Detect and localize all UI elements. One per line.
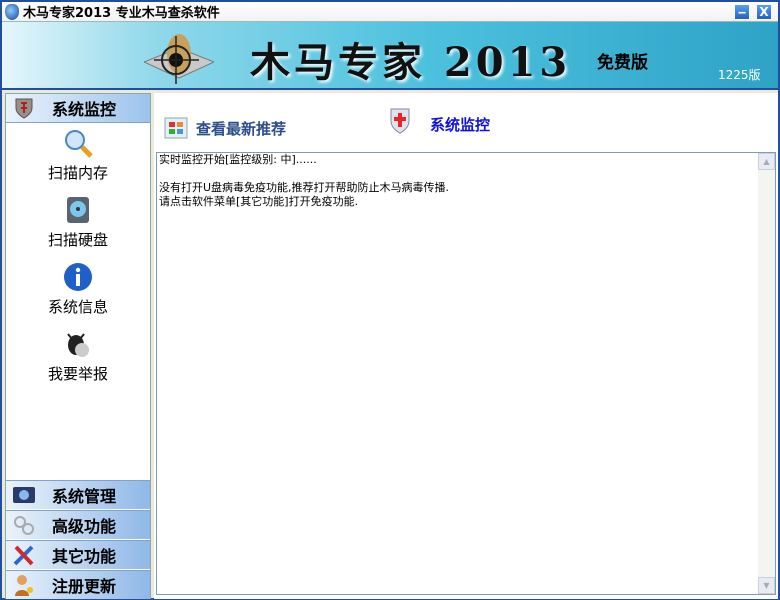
crosshair-logo-icon (144, 34, 214, 84)
app-grid-icon (164, 117, 188, 139)
log-line: 请点击软件菜单[其它功能]打开免疫功能. (159, 195, 359, 208)
recommend-label: 查看最新推荐 (196, 119, 287, 138)
sidebar-button-system-manage[interactable]: 系统管理 (6, 480, 150, 509)
sidebar-item-system-info[interactable]: 系统信息 (6, 257, 150, 324)
sidebar-header-label: 系统监控 (52, 100, 117, 119)
version-label: 1225版 (718, 68, 761, 82)
user-key-icon (15, 575, 33, 596)
vertical-scrollbar[interactable]: ▲ ▼ (758, 153, 775, 594)
scroll-up-arrow-icon[interactable]: ▲ (758, 153, 775, 170)
minimize-button[interactable]: ‒ (734, 4, 750, 20)
banner-title: 木马专家 2013 (250, 39, 572, 86)
sidebar-item-label: 扫描内存 (47, 164, 108, 182)
sidebar-button-other[interactable]: 其它功能 (6, 540, 150, 569)
monitor-title: 系统监控 (388, 107, 490, 141)
gears-icon (14, 516, 34, 535)
sidebar-button-label: 注册更新 (52, 577, 117, 596)
window-title: 木马专家2013 专业木马查杀软件 (23, 6, 220, 21)
magnifier-icon (65, 130, 93, 158)
recommend-link[interactable]: 查看最新推荐 (164, 117, 286, 139)
sidebar-item-label: 扫描硬盘 (47, 231, 108, 249)
sidebar-button-register-update[interactable]: 注册更新 (6, 570, 150, 599)
sidebar-item-scan-disk[interactable]: 扫描硬盘 (6, 190, 150, 257)
monitor-label: 系统监控 (430, 115, 491, 134)
edition-label: 免费版 (597, 53, 648, 73)
sidebar-button-label: 其它功能 (52, 547, 117, 566)
shield-cross-icon (390, 108, 410, 134)
title-bar[interactable]: 木马专家2013 专业木马查杀软件 ‒ X (2, 2, 778, 22)
sidebar-button-label: 系统管理 (52, 487, 117, 506)
sidebar-item-report[interactable]: 我要举报 (6, 324, 150, 391)
sidebar-item-scan-memory[interactable]: 扫描内存 (6, 123, 150, 190)
scroll-down-arrow-icon[interactable]: ▼ (758, 577, 775, 594)
sidebar-button-label: 高级功能 (52, 517, 117, 536)
monitor-log-textarea[interactable]: 实时监控开始[监控级别: 中]...... 没有打开U盘病毒免疫功能,推荐打开帮… (156, 152, 776, 595)
shield-icon (15, 98, 33, 119)
app-icon (5, 3, 19, 20)
sidebar: 系统监控 扫描内存 扫描硬盘 系统信息 我要举报 系统管理 高级功能 其它功能 … (5, 93, 151, 599)
system-manage-icon (13, 487, 35, 503)
bug-icon (67, 333, 89, 357)
tools-icon (13, 545, 34, 566)
sidebar-button-advanced[interactable]: 高级功能 (6, 510, 150, 539)
log-line: 没有打开U盘病毒免疫功能,推荐打开帮助防止木马病毒传播. (159, 181, 450, 194)
harddisk-icon (67, 197, 89, 223)
close-button[interactable]: X (756, 4, 772, 20)
info-icon (64, 263, 92, 291)
log-line: 实时监控开始[监控级别: 中]...... (159, 153, 317, 166)
main-window: 木马专家2013 专业木马查杀软件 ‒ X 木马专家 2013 免费版 1225… (0, 0, 780, 600)
sidebar-item-label: 系统信息 (47, 298, 108, 316)
banner: 木马专家 2013 免费版 1225版 (2, 22, 778, 90)
main-panel: 查看最新推荐 系统监控 实时监控开始[监控级别: 中]...... 没有打开U盘… (154, 93, 778, 599)
sidebar-header-monitor[interactable]: 系统监控 (6, 94, 150, 123)
sidebar-item-label: 我要举报 (47, 365, 108, 383)
